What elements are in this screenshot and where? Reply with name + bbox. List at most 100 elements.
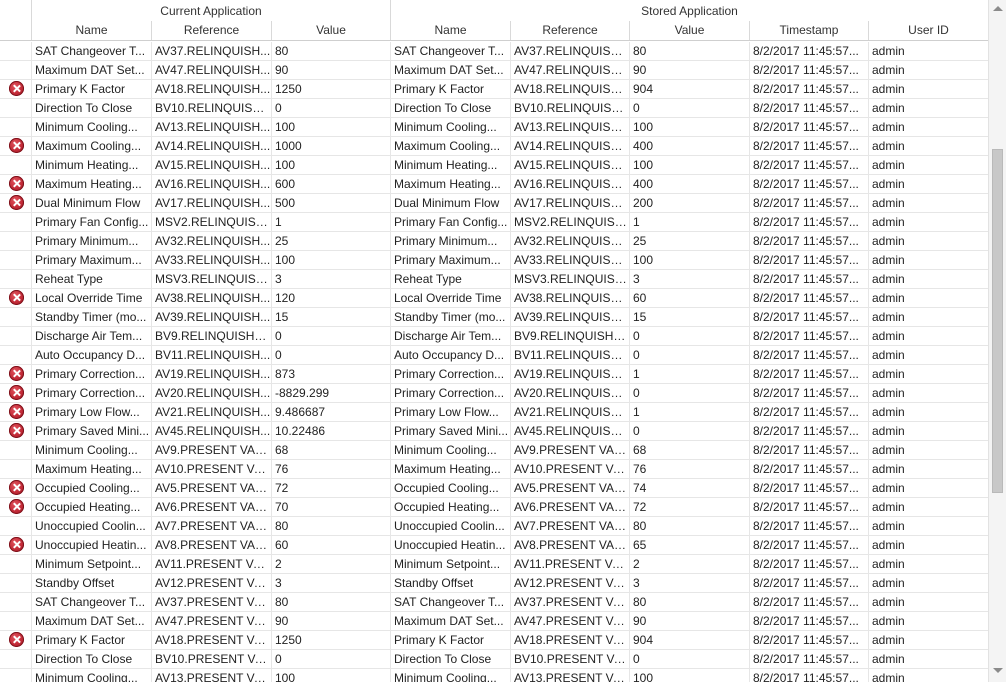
table-row[interactable]: Direction To Close BV10.RELINQUISH... 0 Dir… <box>0 99 988 118</box>
stored-value-cell: 0 <box>630 99 750 117</box>
table-row[interactable]: Primary Correction... AV20.RELINQUISH... -… <box>0 384 988 403</box>
timestamp-cell: 8/2/2017 11:45:57... <box>750 346 869 364</box>
table-row[interactable]: Unoccupied Coolin... AV7.PRESENT VALUE 80 U… <box>0 517 988 536</box>
table-row[interactable]: Dual Minimum Flow AV17.RELINQUISH... 500 Du… <box>0 194 988 213</box>
stored-name-cell: Maximum Cooling... <box>391 137 511 155</box>
timestamp-cell: 8/2/2017 11:45:57... <box>750 441 869 459</box>
stored-value-cell: 400 <box>630 137 750 155</box>
table-row[interactable]: Discharge Air Tem... BV9.RELINQUISH_D... 0… <box>0 327 988 346</box>
table-row[interactable]: Minimum Cooling... AV13.PRESENT VAL... 100… <box>0 669 988 682</box>
stored-reference-cell: AV9.PRESENT VALUE <box>511 441 630 459</box>
user-id-cell: admin <box>872 196 905 210</box>
current-value-cell: 76 <box>272 460 391 478</box>
current-reference-cell: BV9.RELINQUISH_D... <box>152 327 272 345</box>
stored-name-cell: Minimum Heating... <box>391 156 511 174</box>
stored-value-cell: 3 <box>630 574 750 592</box>
stored-name-cell: Auto Occupancy D... <box>391 346 511 364</box>
current-value-cell: 0 <box>272 327 391 345</box>
table-row[interactable]: Maximum Cooling... AV14.RELINQUISH... 1000… <box>0 137 988 156</box>
user-id-cell: admin <box>872 519 905 533</box>
column-header-stored-value[interactable]: Value <box>630 21 750 40</box>
user-id-cell: admin <box>872 234 905 248</box>
stored-reference-cell: AV32.RELINQUISH... <box>511 232 630 250</box>
table-row[interactable]: Maximum DAT Set... AV47.RELINQUISH... 90 Ma… <box>0 61 988 80</box>
stored-value-cell: 1 <box>630 213 750 231</box>
table-row[interactable]: Minimum Heating... AV15.RELINQUISH... 100 M… <box>0 156 988 175</box>
stored-name-cell: Occupied Heating... <box>391 498 511 516</box>
table-row[interactable]: SAT Changeover T... AV37.RELINQUISH... 80 S… <box>0 42 988 61</box>
error-x-circle-icon <box>9 404 24 419</box>
table-row[interactable]: Maximum DAT Set... AV47.PRESENT VAL... 90 M… <box>0 612 988 631</box>
table-row[interactable]: Primary Correction... AV19.RELINQUISH... 8… <box>0 365 988 384</box>
table-row[interactable]: Primary Fan Config... MSV2.RELINQUISH... 1… <box>0 213 988 232</box>
status-cell <box>0 517 32 535</box>
table-row[interactable]: Local Override Time AV38.RELINQUISH... 120… <box>0 289 988 308</box>
stored-value-cell: 1 <box>630 365 750 383</box>
current-reference-cell: AV16.RELINQUISH... <box>152 175 272 193</box>
current-value-cell: 80 <box>272 593 391 611</box>
table-row[interactable]: Primary Minimum... AV32.RELINQUISH... 25 Pr… <box>0 232 988 251</box>
vertical-scrollbar[interactable] <box>988 0 1006 682</box>
table-row[interactable]: Maximum Heating... AV16.RELINQUISH... 600 M… <box>0 175 988 194</box>
timestamp-cell: 8/2/2017 11:45:57... <box>750 251 869 269</box>
column-header-current-name[interactable]: Name <box>32 21 152 40</box>
current-value-cell: 3 <box>272 270 391 288</box>
column-header-current-value[interactable]: Value <box>272 21 391 40</box>
table-row[interactable]: Primary Maximum... AV33.RELINQUISH... 100 P… <box>0 251 988 270</box>
timestamp-cell: 8/2/2017 11:45:57... <box>750 327 869 345</box>
table-row[interactable]: Minimum Cooling... AV13.RELINQUISH... 100 M… <box>0 118 988 137</box>
current-name-cell: Minimum Heating... <box>32 156 152 174</box>
current-reference-cell: AV18.RELINQUISH... <box>152 80 272 98</box>
current-value-cell: 0 <box>272 650 391 668</box>
table-row[interactable]: Occupied Heating... AV6.PRESENT VALUE 70 Oc… <box>0 498 988 517</box>
table-row[interactable]: Primary Low Flow... AV21.RELINQUISH... 9.4… <box>0 403 988 422</box>
column-header-status[interactable] <box>0 21 32 40</box>
column-header-stored-reference[interactable]: Reference <box>511 21 630 40</box>
stored-name-cell: Primary Fan Config... <box>391 213 511 231</box>
table-row[interactable]: Primary K Factor AV18.PRESENT VAL... 1250 P… <box>0 631 988 650</box>
table-row[interactable]: Standby Offset AV12.PRESENT VAL... 3 Standb… <box>0 574 988 593</box>
current-reference-cell: AV7.PRESENT VALUE <box>152 517 272 535</box>
table-row[interactable]: Reheat Type MSV3.RELINQUISH... 3 Reheat Typ… <box>0 270 988 289</box>
status-cell <box>0 194 32 212</box>
column-header-current-reference[interactable]: Reference <box>152 21 272 40</box>
table-row[interactable]: SAT Changeover T... AV37.PRESENT VAL... 80… <box>0 593 988 612</box>
table-row[interactable]: Maximum Heating...AV10.PRESENT VALUE76Ma… <box>0 460 988 479</box>
current-value-cell: 9.486687 <box>272 403 391 421</box>
user-id-cell: admin <box>872 405 905 419</box>
comparison-grid[interactable]: Current Application Stored Application N… <box>0 0 988 682</box>
user-id-cell: admin <box>872 576 905 590</box>
status-cell <box>0 80 32 98</box>
error-x-circle-icon <box>9 81 24 96</box>
stored-value-cell: 100 <box>630 156 750 174</box>
table-row[interactable]: Occupied Cooling... AV5.PRESENT VALUE 72 Oc… <box>0 479 988 498</box>
scroll-up-arrow-icon[interactable] <box>993 6 1003 11</box>
user-id-cell: admin <box>872 443 905 457</box>
column-header-stored-name[interactable]: Name <box>391 21 511 40</box>
table-row[interactable]: Standby Timer (mo... AV39.RELINQUISH... 15… <box>0 308 988 327</box>
table-row[interactable]: Minimum Setpoint... AV11.PRESENT VAL... 2 M… <box>0 555 988 574</box>
stored-name-cell: Discharge Air Tem... <box>391 327 511 345</box>
column-header-user-id[interactable]: User ID <box>869 21 988 40</box>
table-row[interactable]: Minimum Cooling... AV9.PRESENT VALUE 68 Min… <box>0 441 988 460</box>
table-row[interactable]: Auto Occupancy D... BV11.RELINQUISH... 0 Au… <box>0 346 988 365</box>
error-x-circle-icon <box>9 176 24 191</box>
current-value-cell: 100 <box>272 669 391 682</box>
status-cell <box>0 213 32 231</box>
scrollbar-thumb[interactable] <box>992 149 1003 493</box>
stored-reference-cell: AV18.PRESENT VA... <box>511 631 630 649</box>
stored-value-cell: 80 <box>630 517 750 535</box>
table-row[interactable]: Primary K Factor AV18.RELINQUISH... 1250 Pr… <box>0 80 988 99</box>
stored-name-cell: Maximum Heating... <box>391 460 511 478</box>
column-header-timestamp[interactable]: Timestamp <box>750 21 869 40</box>
stored-value-cell: 400 <box>630 175 750 193</box>
stored-value-cell: 0 <box>630 650 750 668</box>
current-reference-cell: AV15.RELINQUISH... <box>152 156 272 174</box>
scroll-down-arrow-icon[interactable] <box>993 668 1003 673</box>
current-reference-cell: AV37.PRESENT VAL... <box>152 593 272 611</box>
table-row[interactable]: Primary Saved Mini... AV45.RELINQUISH... 1… <box>0 422 988 441</box>
timestamp-cell: 8/2/2017 11:45:57... <box>750 137 869 155</box>
table-row[interactable]: Direction To Close BV10.PRESENT VAL... 0 Di… <box>0 650 988 669</box>
table-row[interactable]: Unoccupied Heatin... AV8.PRESENT VALUE 60 U… <box>0 536 988 555</box>
current-name-cell: Primary Fan Config... <box>32 213 152 231</box>
